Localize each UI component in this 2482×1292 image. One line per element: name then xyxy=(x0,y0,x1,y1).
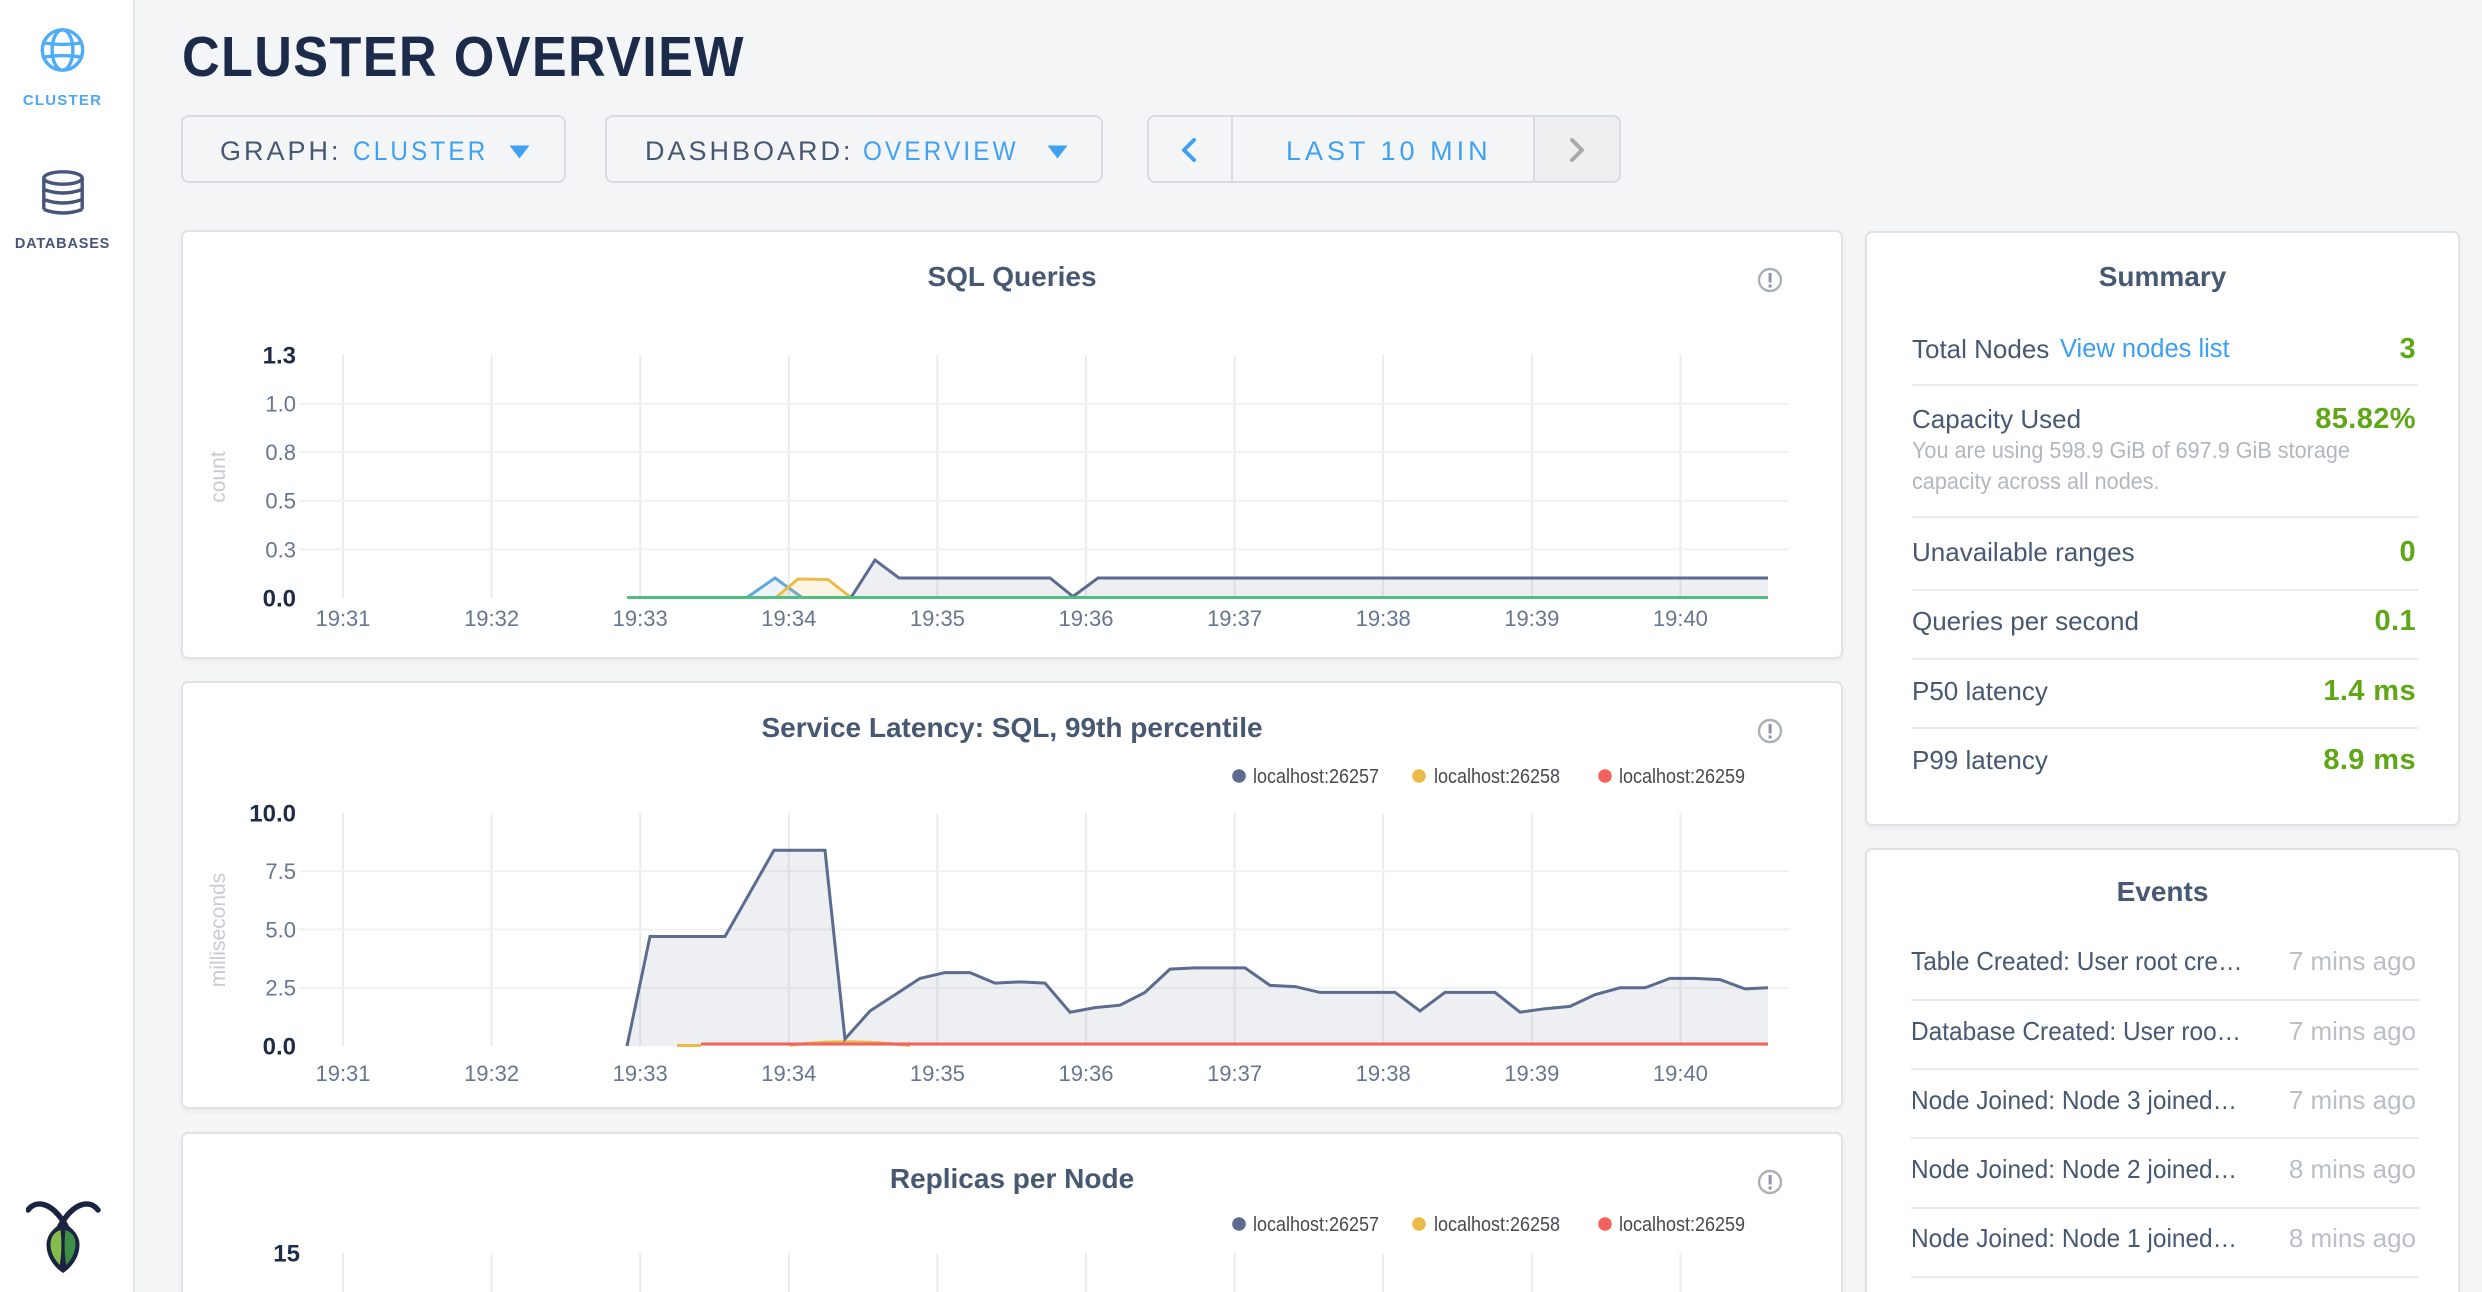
svg-text:19:36: 19:36 xyxy=(1058,1061,1113,1086)
svg-text:19:35: 19:35 xyxy=(910,1061,965,1086)
svg-text:0.8: 0.8 xyxy=(265,440,296,465)
svg-text:1.3: 1.3 xyxy=(263,343,296,370)
svg-text:19:39: 19:39 xyxy=(1504,1061,1559,1086)
svg-text:count: count xyxy=(207,451,230,503)
svg-text:Service Latency: SQL, 99th per: Service Latency: SQL, 99th percentile xyxy=(761,712,1262,743)
svg-text:19:36: 19:36 xyxy=(1058,606,1113,631)
svg-text:19:33: 19:33 xyxy=(613,1061,668,1086)
svg-text:0.0: 0.0 xyxy=(263,1034,296,1061)
svg-text:localhost:26257: localhost:26257 xyxy=(1253,1213,1379,1236)
svg-text:0.0: 0.0 xyxy=(263,586,296,613)
svg-text:localhost:26259: localhost:26259 xyxy=(1619,1213,1745,1236)
svg-text:5.0: 5.0 xyxy=(265,917,296,942)
svg-text:19:31: 19:31 xyxy=(315,1061,370,1086)
svg-text:7.5: 7.5 xyxy=(265,859,296,884)
svg-text:0.5: 0.5 xyxy=(265,489,296,514)
svg-text:19:32: 19:32 xyxy=(464,1061,519,1086)
svg-text:19:40: 19:40 xyxy=(1653,606,1708,631)
svg-text:15: 15 xyxy=(273,1241,300,1268)
svg-text:localhost:26258: localhost:26258 xyxy=(1434,1213,1560,1236)
svg-text:19:38: 19:38 xyxy=(1356,606,1411,631)
svg-text:19:34: 19:34 xyxy=(761,1061,816,1086)
svg-text:localhost:26259: localhost:26259 xyxy=(1619,765,1745,788)
svg-text:19:40: 19:40 xyxy=(1653,1061,1708,1086)
svg-text:19:35: 19:35 xyxy=(910,606,965,631)
svg-text:19:32: 19:32 xyxy=(464,606,519,631)
svg-text:Replicas per Node: Replicas per Node xyxy=(890,1163,1134,1194)
svg-text:19:37: 19:37 xyxy=(1207,1061,1262,1086)
svg-text:19:38: 19:38 xyxy=(1356,1061,1411,1086)
svg-text:2.5: 2.5 xyxy=(265,976,296,1001)
svg-text:19:39: 19:39 xyxy=(1504,606,1559,631)
svg-text:localhost:26257: localhost:26257 xyxy=(1253,765,1379,788)
svg-text:1.0: 1.0 xyxy=(265,392,296,417)
svg-text:SQL Queries: SQL Queries xyxy=(927,261,1096,292)
svg-text:19:37: 19:37 xyxy=(1207,606,1262,631)
svg-text:localhost:26258: localhost:26258 xyxy=(1434,765,1560,788)
svg-text:19:33: 19:33 xyxy=(613,606,668,631)
svg-text:0.3: 0.3 xyxy=(265,537,296,562)
svg-text:milliseconds: milliseconds xyxy=(207,873,230,987)
svg-text:19:31: 19:31 xyxy=(315,606,370,631)
svg-text:19:34: 19:34 xyxy=(761,606,816,631)
svg-text:10.0: 10.0 xyxy=(249,801,296,828)
